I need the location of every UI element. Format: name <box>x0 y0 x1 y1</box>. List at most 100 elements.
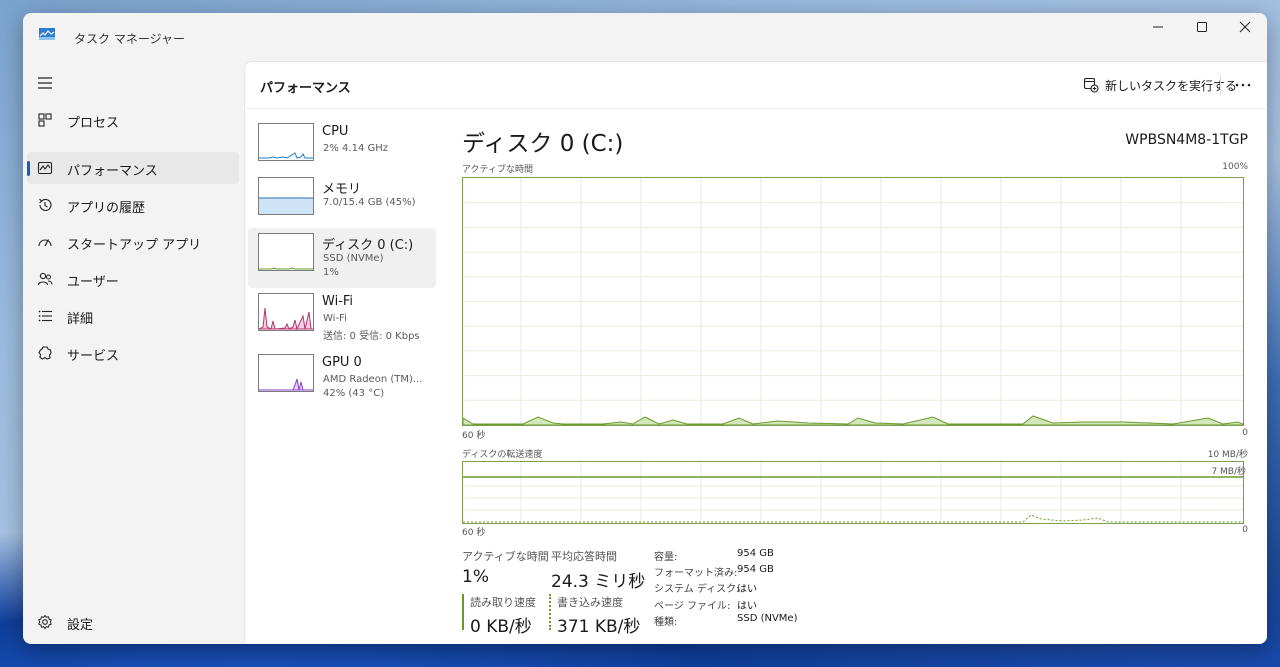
device-name: ディスク 0 (C:) <box>322 238 414 253</box>
task-manager-window: タスク マネージャー プロセス パフォーマンス アプリの履歴 スタートアップ ア… <box>23 13 1267 644</box>
disk-detail-panel: ディスク 0 (C:) WPBSN4M8-1TGP アクティブな時間 100% <box>462 118 1252 638</box>
transfer-rate-graph-label: ディスクの転送速度 <box>462 450 543 460</box>
minimize-button[interactable] <box>1135 13 1181 41</box>
cpu-thumbnail-graph <box>258 123 314 161</box>
type-value: SSD (NVMe) <box>737 613 798 624</box>
app-history-icon <box>39 198 52 211</box>
device-name: CPU <box>322 124 349 139</box>
run-new-task-button[interactable]: 新しいタスクを実行する <box>1083 74 1237 96</box>
settings-gear-icon <box>38 614 52 630</box>
disk-model: WPBSN4M8-1TGP <box>1125 132 1248 148</box>
hamburger-menu-icon[interactable] <box>37 75 53 91</box>
disk-title: ディスク 0 (C:) <box>462 131 624 157</box>
type-key: 種類: <box>654 617 678 628</box>
memory-thumbnail-graph <box>258 177 314 215</box>
device-detail-2: 1% <box>323 267 339 278</box>
transfer-rate-reference-label: 7 MB/秒 <box>1211 467 1246 477</box>
device-item-gpu-0[interactable]: GPU 0 AMD Radeon (TM)... 42% (43 °C) <box>248 349 436 409</box>
page-file-key: ページ ファイル: <box>654 601 731 612</box>
sidebar-item-label: パフォーマンス <box>67 164 158 179</box>
sidebar-item-performance[interactable]: パフォーマンス <box>27 152 239 184</box>
window-title: タスク マネージャー <box>74 32 185 46</box>
write-speed-label: 書き込み速度 <box>557 596 623 609</box>
sidebar-item-label: プロセス <box>67 116 120 131</box>
device-name: メモリ <box>322 182 362 197</box>
settings-label: 設定 <box>67 618 94 633</box>
performance-icon <box>37 161 53 175</box>
device-name: Wi-Fi <box>322 294 354 309</box>
content-header: パフォーマンス 新しいタスクを実行する <box>245 62 1267 109</box>
response-time-label: 平均応答時間 <box>551 550 617 563</box>
transfer-rate-graph-max: 10 MB/秒 <box>1207 450 1248 460</box>
sidebar-item-label: ユーザー <box>67 275 119 290</box>
sidebar-item-processes[interactable]: プロセス <box>27 104 239 136</box>
active-time-axis-left: 60 秒 <box>462 431 486 441</box>
sidebar-item-settings[interactable]: 設定 <box>27 606 239 638</box>
transfer-rate-axis-left: 60 秒 <box>462 528 486 538</box>
services-icon <box>38 346 52 360</box>
active-indicator <box>27 161 30 176</box>
more-options-icon[interactable] <box>1233 76 1253 94</box>
title-bar: タスク マネージャー <box>23 13 1267 61</box>
processes-icon <box>38 113 52 127</box>
read-speed-indicator <box>462 594 464 630</box>
active-time-value: 1% <box>462 567 489 587</box>
device-detail-2: 送信: 0 受信: 0 Kbps <box>323 331 420 342</box>
device-detail: 7.0/15.4 GB (45%) <box>323 197 416 208</box>
sidebar-item-label: 詳細 <box>67 312 94 327</box>
sidebar-item-services[interactable]: サービス <box>27 337 239 369</box>
active-time-axis-right: 0 <box>1242 428 1248 438</box>
sidebar-item-label: アプリの履歴 <box>67 201 146 216</box>
sidebar-item-details[interactable]: 詳細 <box>27 300 239 332</box>
device-name: GPU 0 <box>322 355 362 370</box>
active-time-graph <box>462 177 1244 426</box>
capacity-key: 容量: <box>654 552 678 563</box>
response-time-value: 24.3 ミリ秒 <box>551 572 646 592</box>
users-icon <box>37 272 53 286</box>
device-detail: SSD (NVMe) <box>323 253 384 264</box>
close-button[interactable] <box>1222 13 1267 41</box>
device-detail: Wi-Fi <box>323 313 347 324</box>
read-speed-label: 読み取り速度 <box>470 596 536 609</box>
active-time-graph-max: 100% <box>1222 162 1248 172</box>
startup-icon <box>38 239 52 247</box>
minimize-icon <box>1153 26 1163 28</box>
formatted-value: 954 GB <box>737 564 774 575</box>
read-speed-value: 0 KB/秒 <box>470 617 532 637</box>
device-detail: 2% 4.14 GHz <box>323 143 389 154</box>
sidebar-item-label: サービス <box>67 349 120 364</box>
device-detail: AMD Radeon (TM)... <box>323 374 423 385</box>
active-time-label: アクティブな時間 <box>462 550 549 563</box>
maximize-icon <box>1197 22 1207 32</box>
device-detail-2: 42% (43 °C) <box>323 388 385 399</box>
sidebar-item-label: スタートアップ アプリ <box>67 238 202 253</box>
system-disk-value: はい <box>737 584 757 595</box>
transfer-rate-axis-right: 0 <box>1242 525 1248 535</box>
sidebar-item-users[interactable]: ユーザー <box>27 263 239 295</box>
sidebar-item-app-history[interactable]: アプリの履歴 <box>27 189 239 221</box>
gpu-thumbnail-graph <box>258 354 314 392</box>
device-item-wifi[interactable]: Wi-Fi Wi-Fi 送信: 0 受信: 0 Kbps <box>248 288 436 348</box>
close-icon <box>1239 21 1251 33</box>
wifi-thumbnail-graph <box>258 293 314 331</box>
run-task-label: 新しいタスクを実行する <box>1105 78 1238 93</box>
header-divider <box>1220 75 1221 95</box>
capacity-value: 954 GB <box>737 548 774 559</box>
details-icon <box>38 310 52 322</box>
sidebar-item-startup-apps[interactable]: スタートアップ アプリ <box>27 226 239 258</box>
transfer-rate-graph <box>462 461 1244 524</box>
task-manager-app-icon <box>39 28 55 40</box>
active-time-graph-label: アクティブな時間 <box>462 165 534 175</box>
device-item-memory[interactable]: メモリ 7.0/15.4 GB (45%) <box>248 172 436 232</box>
disk-thumbnail-graph <box>258 233 314 271</box>
device-item-disk-0[interactable]: ディスク 0 (C:) SSD (NVMe) 1% <box>248 228 436 288</box>
page-title: パフォーマンス <box>260 81 351 96</box>
device-item-cpu[interactable]: CPU 2% 4.14 GHz <box>248 118 436 178</box>
write-speed-value: 371 KB/秒 <box>557 617 641 637</box>
performance-content: パフォーマンス 新しいタスクを実行する CPU 2% 4.14 GHz メモリ … <box>244 61 1267 644</box>
run-task-icon <box>1083 77 1099 93</box>
navigation-sidebar: プロセス パフォーマンス アプリの履歴 スタートアップ アプリ ユーザー 詳細 … <box>23 61 243 644</box>
write-speed-indicator <box>549 594 551 630</box>
page-file-value: はい <box>737 601 757 612</box>
maximize-button[interactable] <box>1179 13 1225 41</box>
